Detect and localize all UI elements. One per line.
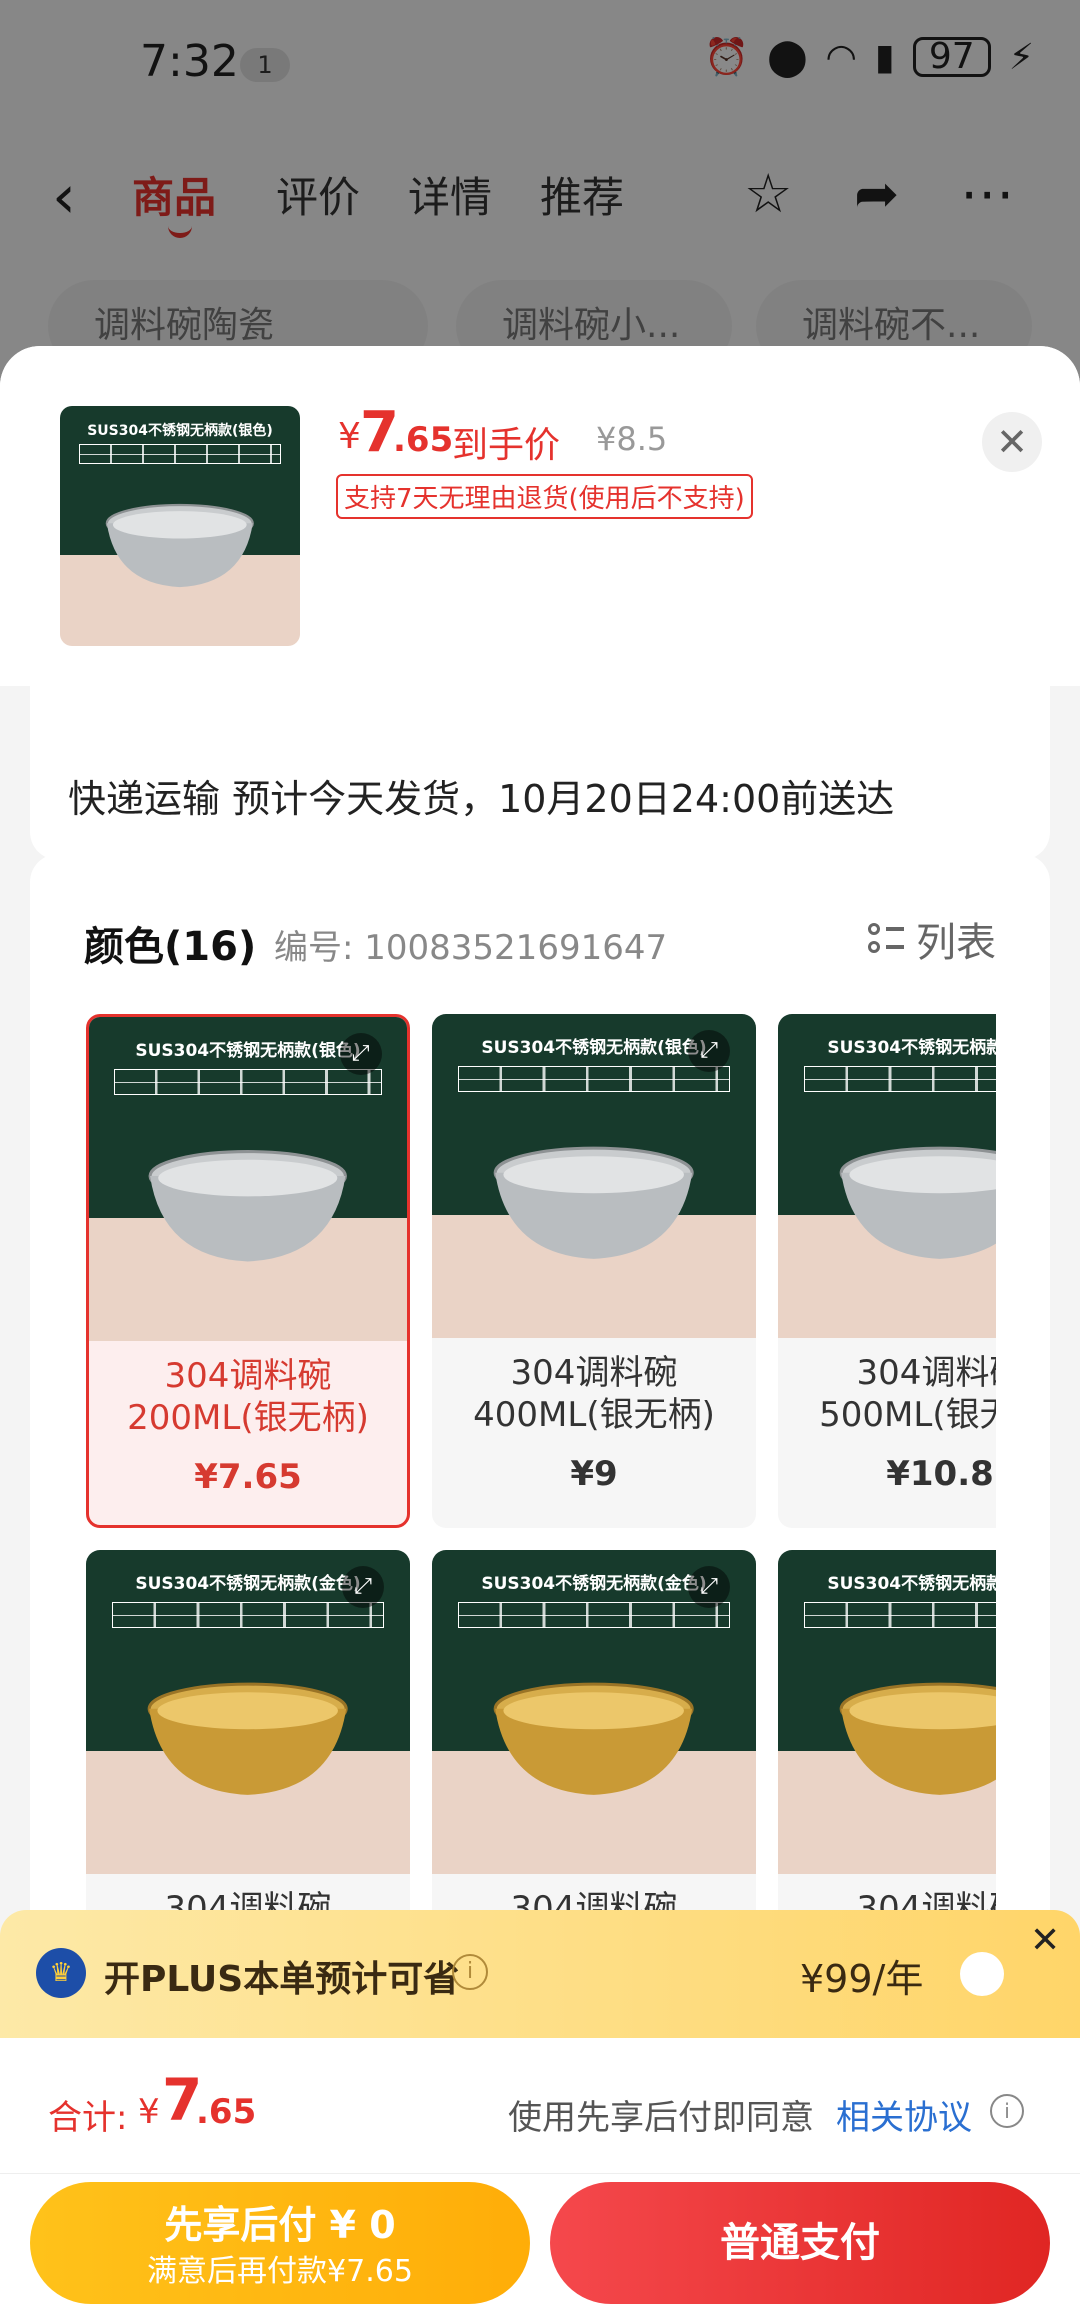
action-bar: 先享后付 ¥ 0 满意后再付款¥7.65 普通支付 — [0, 2174, 1080, 2310]
expand-icon[interactable]: ⤢ — [688, 1030, 731, 1073]
original-price: ¥8.5 — [596, 420, 668, 458]
list-view-toggle[interactable]: 列表 — [868, 910, 996, 968]
list-icon — [868, 921, 904, 957]
sku-name-line1: 304调料碗 — [856, 1353, 996, 1393]
expand-icon[interactable]: ⤢ — [339, 1033, 382, 1076]
sku-name-line2: 200ML(银无柄) — [127, 1398, 369, 1438]
close-icon[interactable]: ✕ — [982, 412, 1042, 472]
gold-bowl — [839, 1682, 996, 1795]
agreement-text: 使用先享后付即同意 — [508, 2098, 814, 2138]
sku-image-title: SUS304不锈钢无柄款(金色) — [827, 1574, 996, 1595]
sku-name: 304调料碗 200ML(银无柄) — [89, 1355, 407, 1439]
agreement-link[interactable]: 相关协议 — [836, 2090, 972, 2139]
sku-name: 304调料碗 500ML(银无柄) — [778, 1352, 996, 1436]
plus-radio-toggle[interactable] — [960, 1952, 1004, 1996]
product-thumbnail[interactable]: SUS304不锈钢无柄款(银色) — [60, 406, 300, 646]
sku-option[interactable]: SUS304不锈钢无柄款(银色) ⤢ 304调料碗 400ML(银无柄) ¥9 — [432, 1014, 756, 1528]
sku-option[interactable]: SUS304不锈钢无柄款(银色) 304调料碗 500ML(银无柄) ¥10.8 — [778, 1014, 996, 1528]
silver-bowl — [839, 1146, 996, 1259]
sku-price: ¥9 — [570, 1454, 618, 1494]
sku-image: SUS304不锈钢无柄款(金色) — [778, 1550, 996, 1874]
sku-name-line2: 500ML(银无柄) — [819, 1395, 996, 1435]
sku-price: ¥10.8 — [886, 1454, 994, 1494]
thumbnail-title: SUS304不锈钢无柄款(银色) — [87, 423, 273, 440]
total-label: 合计: — [48, 2098, 128, 2138]
pay-later-button[interactable]: 先享后付 ¥ 0 满意后再付款¥7.65 — [30, 2182, 530, 2304]
final-price-label: 到手价 — [452, 425, 561, 466]
sku-price: ¥7.65 — [194, 1457, 302, 1497]
price-decimal: .65 — [393, 420, 454, 460]
gold-bowl — [493, 1682, 695, 1795]
price-currency: ¥ — [338, 416, 361, 457]
sku-image: SUS304不锈钢无柄款(金色) ⤢ — [86, 1550, 410, 1874]
pay-later-title: 先享后付 ¥ 0 — [164, 2203, 396, 2247]
total-currency: ¥ — [138, 2092, 160, 2132]
pay-now-button[interactable]: 普通支付 — [550, 2182, 1050, 2304]
crown-icon: ♛ — [36, 1948, 86, 1998]
expand-icon[interactable]: ⤢ — [342, 1566, 385, 1609]
return-policy-badge: 支持7天无理由退货(使用后不支持) — [336, 474, 753, 519]
info-icon[interactable]: i — [452, 1954, 488, 1990]
pay-later-subtitle: 满意后再付款¥7.65 — [147, 2254, 413, 2289]
plus-promo-bar[interactable]: ♛ 开PLUS本单预计可省 i ¥99/年 ✕ — [0, 1910, 1080, 2038]
sku-image-title: SUS304不锈钢无柄款(银色) — [827, 1038, 996, 1059]
sku-code: 编号: 10083521691647 — [274, 928, 668, 968]
expand-icon[interactable]: ⤢ — [688, 1566, 731, 1609]
total-bar: 合计: ¥ 7 .65 使用先享后付即同意 相关协议 i — [0, 2038, 1080, 2174]
sku-name-line1: 304调料碗 — [510, 1353, 678, 1393]
silver-bowl — [148, 1149, 348, 1262]
silver-bowl — [493, 1146, 695, 1259]
sku-name: 304调料碗 400ML(银无柄) — [432, 1352, 756, 1436]
shipping-estimate: 快递运输 预计今天发货，10月20日24:00前送达 — [68, 777, 895, 821]
sku-image: SUS304不锈钢无柄款(银色) — [778, 1014, 996, 1338]
sku-option[interactable]: SUS304不锈钢无柄款(银色) ⤢ 304调料碗 200ML(银无柄) ¥7.… — [86, 1014, 410, 1528]
plus-price: ¥99/年 — [800, 1957, 924, 2001]
sku-image: SUS304不锈钢无柄款(银色) ⤢ — [432, 1014, 756, 1338]
sku-image: SUS304不锈钢无柄款(金色) ⤢ — [432, 1550, 756, 1874]
plus-promo-text: 开PLUS本单预计可省 — [104, 1959, 460, 2000]
total-decimal: .65 — [196, 2092, 257, 2132]
sheet-header: SUS304不锈钢无柄款(银色) ¥ 7 .65 到手价 ¥8.5 支持7天无理… — [0, 346, 1080, 686]
sku-image: SUS304不锈钢无柄款(银色) ⤢ — [89, 1017, 407, 1341]
color-title: 颜色(16) — [84, 924, 257, 970]
bowl-image — [105, 503, 255, 588]
info-icon[interactable]: i — [990, 2094, 1024, 2128]
sku-selection-sheet: SUS304不锈钢无柄款(银色) ¥ 7 .65 到手价 ¥8.5 支持7天无理… — [0, 346, 1080, 2310]
gold-bowl — [147, 1682, 349, 1795]
sku-name-line1: 304调料碗 — [164, 1356, 332, 1396]
list-toggle-label: 列表 — [916, 920, 996, 966]
sku-name-line2: 400ML(银无柄) — [473, 1395, 715, 1435]
close-icon[interactable]: ✕ — [1030, 1920, 1060, 1961]
